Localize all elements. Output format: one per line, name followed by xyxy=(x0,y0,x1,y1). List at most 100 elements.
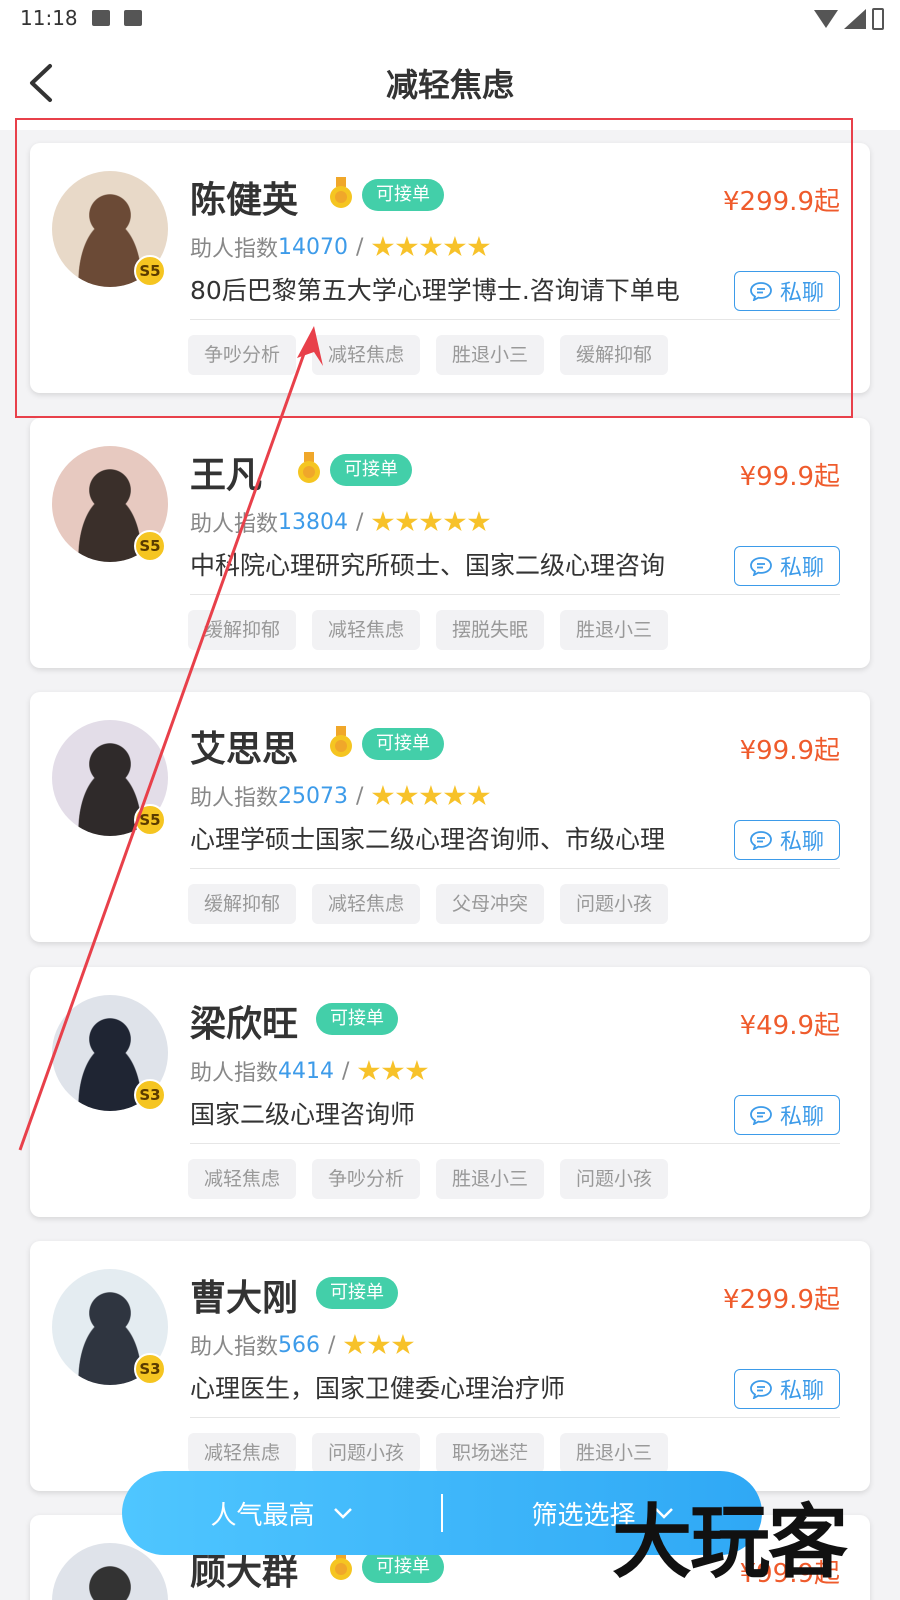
private-chat-button[interactable]: 私聊 xyxy=(734,546,840,586)
divider xyxy=(190,1143,840,1144)
chat-icon xyxy=(750,830,772,850)
status-bar: 11:18 xyxy=(0,0,900,40)
wifi-icon xyxy=(814,10,838,28)
star-icon xyxy=(419,511,442,532)
star-icon xyxy=(395,785,418,806)
counselor-card[interactable]: S5 艾思思 可接单 ¥99.9起助人指数 25073 / 心理学硕士国家二级心理咨询师、市… xyxy=(30,692,870,942)
separator: / xyxy=(356,783,364,809)
counselor-name[interactable]: 曹大刚 xyxy=(190,1269,298,1321)
available-badge: 可接单 xyxy=(362,728,444,760)
divider xyxy=(190,319,840,320)
counselor-intro: 心理学硕士国家二级心理咨询师、市级心理 xyxy=(190,825,666,854)
divider xyxy=(190,868,840,869)
level-badge: S5 xyxy=(134,530,166,562)
status-icons xyxy=(814,8,884,30)
rating-stars xyxy=(371,785,490,807)
help-index-row: 助人指数 14070 / xyxy=(190,231,490,263)
chat-icon xyxy=(750,281,772,301)
specialty-tag[interactable]: 问题小孩 xyxy=(312,1433,421,1473)
chevron-down-icon xyxy=(333,1508,352,1519)
signal-icon xyxy=(844,9,866,29)
counselor-card[interactable]: S3 曹大刚 可接单 ¥299.9起 助人指数 566 / 心理医生，国家卫健委心理治疗师 私聊… xyxy=(30,1241,870,1491)
separator: / xyxy=(356,234,364,260)
chat-label: 私聊 xyxy=(779,1105,824,1130)
counselor-name[interactable]: 王凡 xyxy=(190,446,262,498)
private-chat-button[interactable]: 私聊 xyxy=(734,1095,840,1135)
counselor-name[interactable]: 陈健英 xyxy=(190,171,298,223)
specialty-tags: 减轻焦虑 问题小孩 职场迷茫 胜退小三 xyxy=(188,1433,669,1473)
medal-icon xyxy=(328,177,354,211)
help-index-label: 助人指数 xyxy=(190,786,279,811)
chat-icon xyxy=(750,556,772,576)
sort-label: 人气最高 xyxy=(210,1500,315,1531)
specialty-tag[interactable]: 减轻焦虑 xyxy=(188,1433,297,1473)
counselor-name[interactable]: 艾思思 xyxy=(190,720,298,772)
counselor-card[interactable]: S5 陈健英 可接单 ¥299.9起 助人指数 14070 / 80后巴黎第五大学心理学博士.… xyxy=(30,143,870,393)
star-icon xyxy=(395,236,418,257)
help-index-label: 助人指数 xyxy=(190,237,279,262)
star-icon xyxy=(467,785,490,806)
available-badge: 可接单 xyxy=(330,454,412,486)
specialty-tag[interactable]: 胜退小三 xyxy=(560,1433,669,1473)
specialty-tag[interactable]: 争吵分析 xyxy=(188,335,297,375)
help-index-row: 助人指数 25073 / xyxy=(190,780,490,812)
sort-popularity-button[interactable]: 人气最高 xyxy=(122,1495,441,1532)
specialty-tag[interactable]: 摆脱失眠 xyxy=(436,610,545,650)
star-icon xyxy=(381,1060,404,1081)
rating-stars xyxy=(343,1334,414,1356)
specialty-tags: 缓解抑郁 减轻焦虑 父母冲突 问题小孩 xyxy=(188,884,669,924)
star-icon xyxy=(443,511,466,532)
specialty-tag[interactable]: 减轻焦虑 xyxy=(312,610,421,650)
available-badge: 可接单 xyxy=(362,179,444,211)
rating-stars xyxy=(371,511,490,533)
counselor-name[interactable]: 梁欣旺 xyxy=(190,995,298,1047)
private-chat-button[interactable]: 私聊 xyxy=(734,1369,840,1409)
price-label: ¥49.9起 xyxy=(739,1011,840,1041)
separator: / xyxy=(328,1332,336,1358)
specialty-tag[interactable]: 问题小孩 xyxy=(560,884,669,924)
help-index-value: 13804 xyxy=(278,509,349,535)
counselor-card[interactable]: S5 王凡 可接单 ¥99.9起 助人指数 13804 / 中科院心理研究所硕士、国家二级心理… xyxy=(30,418,870,668)
counselor-card[interactable]: S3 梁欣旺 可接单 ¥49.9起 助人指数 4414 / 国家二级心理咨询师 私聊 减轻焦虑 争吵… xyxy=(30,967,870,1217)
counselor-intro: 心理医生，国家卫健委心理治疗师 xyxy=(190,1374,566,1403)
available-badge: 可接单 xyxy=(316,1003,398,1035)
star-icon xyxy=(467,511,490,532)
medal-icon xyxy=(328,726,354,760)
rating-stars xyxy=(357,1060,428,1082)
specialty-tag[interactable]: 胜退小三 xyxy=(436,1159,545,1199)
rating-stars xyxy=(371,236,490,258)
specialty-tags: 争吵分析 减轻焦虑 胜退小三 缓解抑郁 xyxy=(188,335,669,375)
chat-icon xyxy=(750,1105,772,1125)
specialty-tag[interactable]: 减轻焦虑 xyxy=(312,335,421,375)
level-badge: S5 xyxy=(134,804,166,836)
specialty-tag[interactable]: 缓解抑郁 xyxy=(188,610,297,650)
private-chat-button[interactable]: 私聊 xyxy=(734,820,840,860)
specialty-tag[interactable]: 胜退小三 xyxy=(560,610,669,650)
price-label: ¥299.9起 xyxy=(723,1285,840,1315)
level-badge: S3 xyxy=(134,1079,166,1111)
help-index-value: 4414 xyxy=(278,1058,335,1084)
star-icon xyxy=(395,511,418,532)
header: 减轻焦虑 xyxy=(0,40,900,130)
private-chat-button[interactable]: 私聊 xyxy=(734,271,840,311)
specialty-tag[interactable]: 减轻焦虑 xyxy=(188,1159,297,1199)
specialty-tag[interactable]: 职场迷茫 xyxy=(436,1433,545,1473)
battery-icon xyxy=(872,8,884,30)
star-icon xyxy=(371,236,394,257)
specialty-tag[interactable]: 缓解抑郁 xyxy=(188,884,297,924)
counselor-intro: 中科院心理研究所硕士、国家二级心理咨询 xyxy=(190,551,666,580)
specialty-tag[interactable]: 问题小孩 xyxy=(560,1159,669,1199)
help-index-row: 助人指数 566 / xyxy=(190,1329,414,1361)
price-label: ¥99.9起 xyxy=(739,736,840,766)
specialty-tag[interactable]: 缓解抑郁 xyxy=(560,335,669,375)
specialty-tag[interactable]: 减轻焦虑 xyxy=(312,884,421,924)
counselor-intro: 80后巴黎第五大学心理学博士.咨询请下单电 xyxy=(190,276,680,305)
level-badge: S5 xyxy=(134,255,166,287)
specialty-tag[interactable]: 父母冲突 xyxy=(436,884,545,924)
star-icon xyxy=(371,785,394,806)
chat-label: 私聊 xyxy=(779,281,824,306)
specialty-tag[interactable]: 争吵分析 xyxy=(312,1159,421,1199)
specialty-tag[interactable]: 胜退小三 xyxy=(436,335,545,375)
divider xyxy=(190,1417,840,1418)
star-icon xyxy=(405,1060,428,1081)
